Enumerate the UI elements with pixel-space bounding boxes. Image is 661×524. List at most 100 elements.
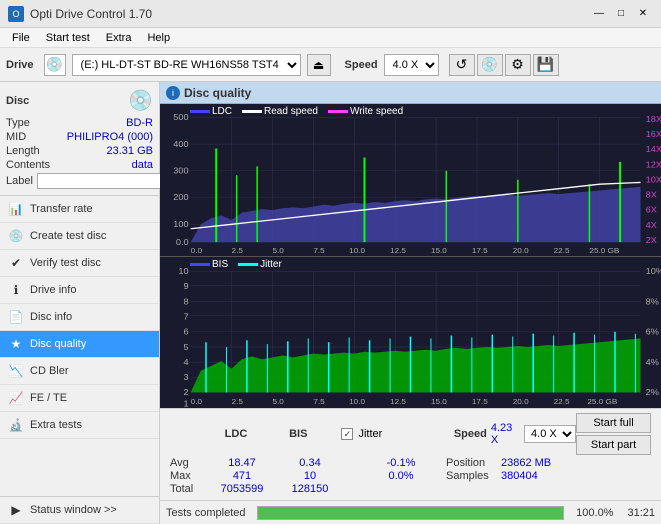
menu-start-test[interactable]: Start test [38,30,98,46]
verify-test-disc-icon: ✔ [8,255,24,271]
svg-text:1: 1 [184,398,189,408]
sidebar-item-extra-tests[interactable]: 🔬 Extra tests [0,412,159,439]
status-window-label: Status window >> [30,504,117,516]
stats-avg-speed-label: Position [446,457,501,469]
sidebar-item-disc-info[interactable]: 📄 Disc info [0,304,159,331]
sidebar-item-extra-tests-label: Extra tests [30,419,82,431]
titlebar: O Opti Drive Control 1.70 — □ ✕ [0,0,661,28]
status-time: 31:21 [627,507,655,519]
disc-quality-header-icon: i [166,86,180,100]
svg-text:4%: 4% [646,357,659,367]
settings-button[interactable]: ⚙ [505,54,531,76]
close-button[interactable]: ✕ [633,6,653,22]
svg-text:17.5: 17.5 [472,397,489,406]
menu-file[interactable]: File [4,30,38,46]
speed-select[interactable]: 4.0 X [384,54,439,76]
bottom-status: Tests completed 100.0% 31:21 [160,500,661,524]
stats-max-ldc: 471 [208,470,276,482]
bottom-legend: BIS Jitter [190,259,282,270]
speed-label: Speed [345,59,378,71]
stats-header-row: LDC BIS Jitter Speed 4.23 X 4.0 X Start … [166,413,655,455]
stats-max-label: Max [170,470,208,482]
save-button[interactable]: 💾 [533,54,559,76]
sidebar-item-fe-te[interactable]: 📈 FE / TE [0,385,159,412]
svg-text:5.0: 5.0 [272,397,284,406]
sidebar-item-disc-quality[interactable]: ★ Disc quality [0,331,159,358]
sidebar-item-transfer-rate[interactable]: 📊 Transfer rate [0,196,159,223]
bis-legend: BIS [190,259,228,270]
sidebar-item-create-test-disc[interactable]: 💿 Create test disc [0,223,159,250]
svg-text:500: 500 [173,113,189,122]
status-window-item[interactable]: ▶ Status window >> [0,497,159,524]
svg-text:14X: 14X [646,145,661,154]
jitter-checkbox[interactable] [341,428,353,440]
menubar: File Start test Extra Help [0,28,661,48]
disc-info-icon: 📄 [8,309,24,325]
disc-mid-value: PHILIPRO4 (000) [67,131,153,143]
extra-tests-icon: 🔬 [8,417,24,433]
titlebar-controls[interactable]: — □ ✕ [589,6,653,22]
bottom-chart: BIS Jitter [160,257,661,409]
svg-text:25.0 GB: 25.0 GB [589,246,619,254]
svg-text:15.0: 15.0 [431,397,448,406]
disc-contents-row: Contents data [6,159,153,171]
menu-extra[interactable]: Extra [98,30,140,46]
ldc-legend-label: LDC [212,106,232,117]
svg-text:20.0: 20.0 [513,397,530,406]
write-speed-legend-color [328,110,348,113]
jitter-label: Jitter [358,428,382,440]
read-speed-legend: Read speed [242,106,318,117]
start-full-button[interactable]: Start full [576,413,651,433]
write-speed-legend-label: Write speed [350,106,403,117]
jitter-legend-color [238,263,258,266]
stats-col-ldc: LDC [205,428,267,440]
disc-length-value: 23.31 GB [107,145,153,157]
disc-quality-icon: ★ [8,336,24,352]
read-speed-legend-label: Read speed [264,106,318,117]
svg-text:0.0: 0.0 [191,397,203,406]
svg-text:0.0: 0.0 [191,246,202,254]
disc-length-label: Length [6,145,40,157]
sidebar-item-fe-te-label: FE / TE [30,392,67,404]
disc-panel: Disc 💿 Type BD-R MID PHILIPRO4 (000) Len… [0,82,159,196]
ldc-legend-color [190,110,210,113]
drive-info-icon: ℹ [8,282,24,298]
minimize-button[interactable]: — [589,6,609,22]
disc-type-value: BD-R [126,117,153,129]
svg-text:400: 400 [173,139,189,148]
status-text: Tests completed [166,507,245,519]
disc-contents-label: Contents [6,159,50,171]
read-speed-legend-color [242,110,262,113]
sidebar-item-verify-test-disc[interactable]: ✔ Verify test disc [0,250,159,277]
svg-text:16X: 16X [646,130,661,139]
app-icon: O [8,6,24,22]
sidebar-item-cd-bler[interactable]: 📉 CD Bler [0,358,159,385]
jitter-legend-label: Jitter [260,259,282,270]
stats-col-bis: BIS [267,428,329,440]
eject-button[interactable]: ⏏ [307,54,331,76]
start-part-button[interactable]: Start part [576,435,651,455]
drive-icon: 💿 [44,54,66,76]
disc-contents-value: data [132,159,153,171]
disc-mid-label: MID [6,131,26,143]
drive-select[interactable]: (E:) HL-DT-ST BD-RE WH16NS58 TST4 [72,54,301,76]
sidebar-item-cd-bler-label: CD Bler [30,365,69,377]
sidebar-item-drive-info[interactable]: ℹ Drive info [0,277,159,304]
maximize-button[interactable]: □ [611,6,631,22]
svg-text:2: 2 [184,387,189,397]
svg-text:22.5: 22.5 [554,397,571,406]
sidebar-item-disc-info-label: Disc info [30,311,72,323]
stats-total-row: Total 7053599 128150 [166,483,655,495]
refresh-button[interactable]: ↺ [449,54,475,76]
stats-max-bis: 10 [276,470,344,482]
disc-button[interactable]: 💿 [477,54,503,76]
bis-legend-color [190,263,210,266]
disc-image-icon: 💿 [128,88,153,113]
speed-select-small[interactable]: 4.0 X [524,425,576,443]
svg-text:5: 5 [184,342,189,352]
stats-total-bis: 128150 [276,483,344,495]
sidebar: Disc 💿 Type BD-R MID PHILIPRO4 (000) Len… [0,82,160,524]
top-chart-svg: 500 400 300 200 100 0.0 18X 16X 14X 12X … [160,104,661,256]
disc-label-input[interactable] [37,173,171,189]
menu-help[interactable]: Help [139,30,178,46]
